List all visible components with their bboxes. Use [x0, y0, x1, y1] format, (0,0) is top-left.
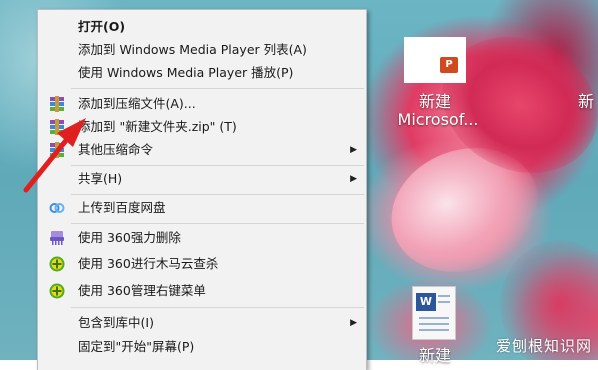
- watermark-text: 爱刨根知识网: [495, 337, 592, 355]
- annotation-arrow: [23, 118, 86, 193]
- arrow-shaft: [23, 135, 71, 193]
